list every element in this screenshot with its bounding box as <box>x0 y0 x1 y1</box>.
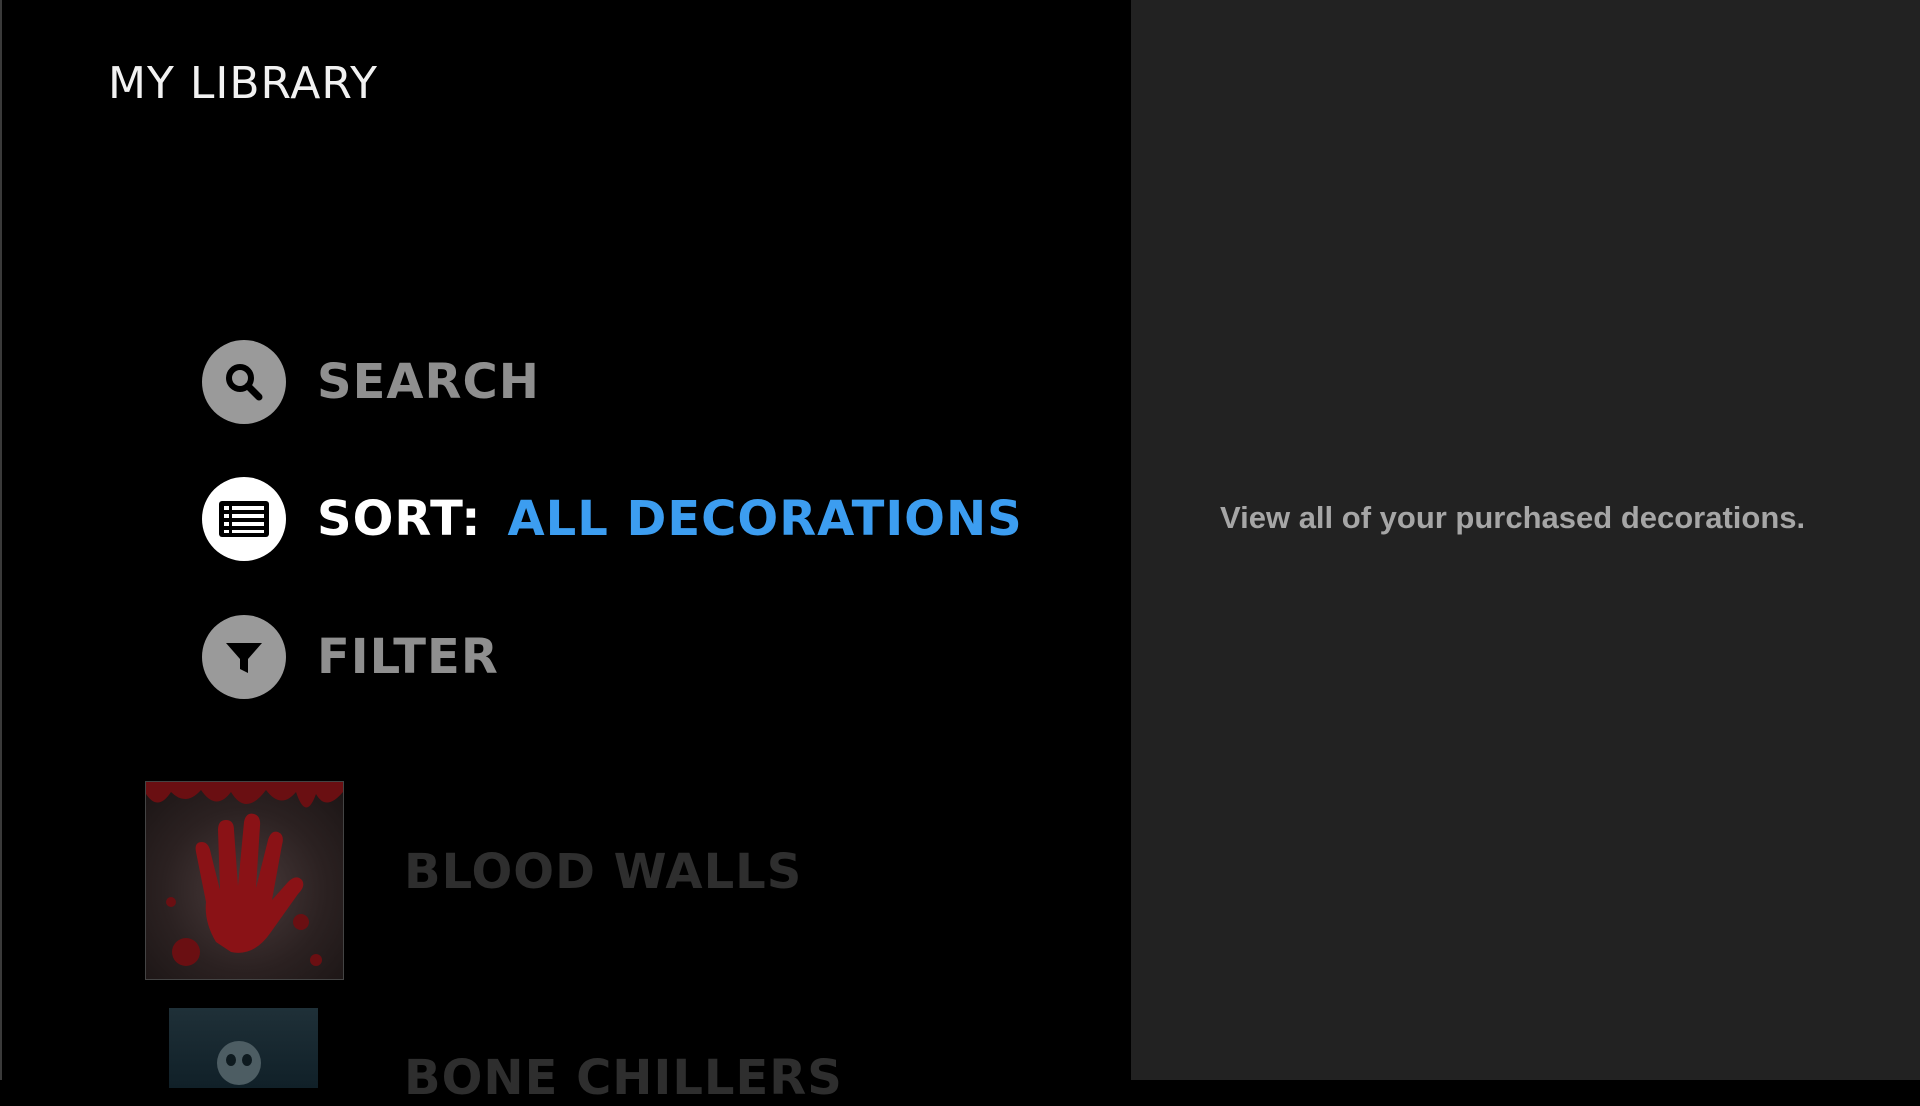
filter-menu-item[interactable]: FILTER <box>202 615 499 699</box>
page-title: MY LIBRARY <box>108 58 379 109</box>
search-menu-item[interactable]: SEARCH <box>202 340 540 424</box>
bloody-handprint-icon <box>146 782 343 966</box>
search-icon <box>202 340 286 424</box>
sort-menu-item[interactable]: SORT: ALL DECORATIONS <box>202 477 1023 561</box>
detail-pane <box>1131 0 1920 1080</box>
filter-label: FILTER <box>317 629 499 685</box>
sort-description: View all of your purchased decorations. <box>1220 500 1806 535</box>
bone-chillers-thumbnail[interactable] <box>169 1008 318 1088</box>
sort-value[interactable]: ALL DECORATIONS <box>508 491 1023 547</box>
sort-label: SORT: <box>317 491 482 547</box>
list-icon <box>202 477 286 561</box>
search-label: SEARCH <box>317 354 540 410</box>
library-list-pane: MY LIBRARY SEARCH SORT: ALL DECORATIONS <box>0 0 1131 1106</box>
blood-walls-title[interactable]: BLOOD WALLS <box>404 844 802 900</box>
filter-icon <box>202 615 286 699</box>
skeleton-icon <box>217 1041 261 1085</box>
bone-chillers-title[interactable]: BONE CHILLERS <box>404 1050 843 1106</box>
blood-walls-thumbnail[interactable] <box>145 781 344 980</box>
